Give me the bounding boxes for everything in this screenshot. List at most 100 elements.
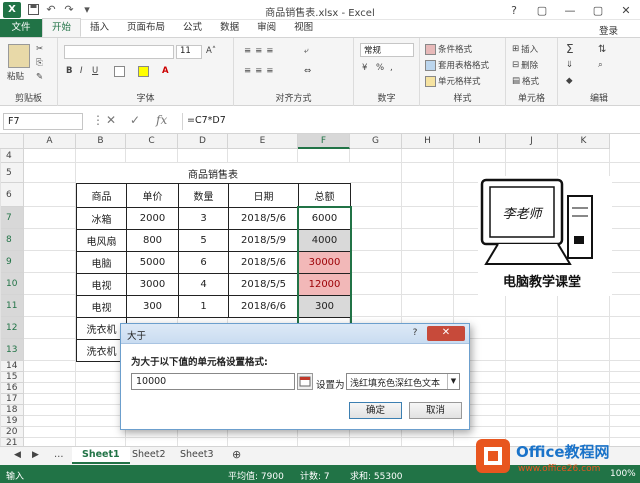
tab-data[interactable]: 数据 bbox=[211, 19, 248, 37]
more-sheets-icon[interactable]: … bbox=[44, 447, 74, 464]
bold-icon[interactable]: B bbox=[66, 66, 72, 76]
tab-review[interactable]: 审阅 bbox=[248, 19, 285, 37]
tab-file[interactable]: 文件 bbox=[0, 19, 42, 37]
sheet-tab-sheet2[interactable]: Sheet2 bbox=[122, 447, 176, 464]
name-box[interactable]: F7 bbox=[3, 113, 83, 130]
delete-cells-button[interactable]: ⊟ 删除 bbox=[512, 59, 538, 71]
undo-icon[interactable]: ↶ bbox=[42, 1, 60, 19]
table-format-button[interactable]: 套用表格格式 bbox=[425, 59, 489, 71]
row-header-10[interactable]: 10 bbox=[0, 273, 24, 295]
table-header-cell[interactable]: 总额 bbox=[298, 183, 351, 208]
cancel-entry-icon[interactable]: ✕ bbox=[106, 113, 116, 127]
merge-icon[interactable]: ⇔ bbox=[304, 66, 311, 76]
table-header-cell[interactable]: 商品 bbox=[76, 183, 127, 208]
table-cell[interactable]: 800 bbox=[126, 229, 179, 252]
row-header-14[interactable]: 14 bbox=[0, 361, 24, 372]
save-icon[interactable] bbox=[24, 1, 42, 19]
table-cell[interactable]: 电视 bbox=[76, 295, 127, 318]
column-header-a[interactable]: A bbox=[24, 134, 76, 149]
row-header-6[interactable]: 6 bbox=[0, 183, 24, 207]
add-sheet-icon[interactable]: ⊕ bbox=[222, 447, 251, 464]
fill-icon[interactable]: ⇓ bbox=[566, 60, 573, 70]
table-cell[interactable]: 5 bbox=[178, 229, 229, 252]
chevron-down-icon[interactable]: ▼ bbox=[447, 374, 459, 389]
table-cell[interactable]: 4 bbox=[178, 273, 229, 296]
table-title[interactable]: 商品销售表 bbox=[76, 163, 350, 183]
sort-filter-icon[interactable]: ⇅ bbox=[598, 44, 606, 55]
font-color-icon[interactable]: A bbox=[162, 66, 169, 76]
cell-style-button[interactable]: 单元格样式 bbox=[425, 75, 481, 87]
row-header-8[interactable]: 8 bbox=[0, 229, 24, 251]
ribbon-display-button[interactable]: ▢ bbox=[528, 0, 556, 20]
confirm-entry-icon[interactable]: ✓ bbox=[130, 113, 140, 127]
table-cell[interactable]: 5000 bbox=[126, 251, 179, 274]
dialog-close-button[interactable]: ✕ bbox=[427, 326, 465, 341]
format-cells-button[interactable]: ▤ 格式 bbox=[512, 75, 539, 87]
tab-formulas[interactable]: 公式 bbox=[174, 19, 211, 37]
customize-quick-access-icon[interactable]: ▾ bbox=[78, 1, 96, 19]
clear-icon[interactable]: ◆ bbox=[566, 76, 573, 86]
range-select-icon[interactable] bbox=[297, 373, 313, 390]
formula-input[interactable]: =C7*D7 bbox=[182, 113, 636, 130]
login-link[interactable]: 登录 bbox=[599, 23, 618, 37]
row-header-11[interactable]: 11 bbox=[0, 295, 24, 317]
column-header-c[interactable]: C bbox=[126, 134, 178, 149]
tab-home[interactable]: 开始 bbox=[42, 18, 82, 37]
table-header-cell[interactable]: 单价 bbox=[126, 183, 179, 208]
minimize-button[interactable]: — bbox=[556, 0, 584, 20]
ok-button[interactable]: 确定 bbox=[349, 402, 402, 419]
currency-icon[interactable]: ¥ bbox=[362, 63, 367, 73]
column-header-g[interactable]: G bbox=[350, 134, 402, 149]
column-header-b[interactable]: B bbox=[76, 134, 126, 149]
find-icon[interactable]: ⌕ bbox=[598, 60, 603, 70]
insert-function-icon[interactable]: fx bbox=[156, 113, 167, 127]
column-header-h[interactable]: H bbox=[402, 134, 454, 149]
table-cell[interactable]: 300 bbox=[126, 295, 179, 318]
row-header-17[interactable]: 17 bbox=[0, 394, 24, 405]
format-style-select[interactable]: 浅红填充色深红色文本 ▼ bbox=[346, 373, 460, 390]
number-format-select[interactable]: 常规 bbox=[360, 43, 414, 57]
table-cell[interactable]: 2018/5/5 bbox=[228, 273, 299, 296]
table-cell[interactable]: 电视 bbox=[76, 273, 127, 296]
column-header-k[interactable]: K bbox=[558, 134, 610, 149]
autosum-icon[interactable]: Σ bbox=[566, 42, 574, 56]
row-header-18[interactable]: 18 bbox=[0, 405, 24, 416]
table-cell[interactable]: 3 bbox=[178, 207, 229, 230]
column-header-e[interactable]: E bbox=[228, 134, 298, 149]
sheet-tab-sheet3[interactable]: Sheet3 bbox=[170, 447, 224, 464]
cut-icon[interactable]: ✂ bbox=[36, 44, 43, 54]
row-header-5[interactable]: 5 bbox=[0, 163, 24, 183]
row-header-19[interactable]: 19 bbox=[0, 416, 24, 427]
row-header-21[interactable]: 21 bbox=[0, 438, 24, 446]
select-all-corner[interactable] bbox=[0, 134, 24, 149]
maximize-button[interactable]: ▢ bbox=[584, 0, 612, 20]
fill-color-icon[interactable] bbox=[138, 66, 149, 77]
cancel-button[interactable]: 取消 bbox=[409, 402, 462, 419]
paste-icon[interactable] bbox=[8, 44, 30, 68]
column-header-f[interactable]: F bbox=[298, 134, 350, 149]
align-left-icon[interactable]: ≡≡≡ bbox=[244, 66, 277, 76]
table-cell[interactable]: 电风扇 bbox=[76, 229, 127, 252]
border-icon[interactable] bbox=[114, 66, 125, 77]
row-header-4[interactable]: 4 bbox=[0, 149, 24, 163]
conditional-format-button[interactable]: 条件格式 bbox=[425, 43, 472, 55]
row-header-9[interactable]: 9 bbox=[0, 251, 24, 273]
underline-icon[interactable]: U bbox=[92, 66, 98, 76]
row-header-20[interactable]: 20 bbox=[0, 427, 24, 438]
table-cell[interactable]: 3000 bbox=[126, 273, 179, 296]
table-cell[interactable]: 2018/5/6 bbox=[228, 251, 299, 274]
column-header-i[interactable]: I bbox=[454, 134, 506, 149]
table-cell[interactable]: 6 bbox=[178, 251, 229, 274]
table-cell[interactable]: 电脑 bbox=[76, 251, 127, 274]
threshold-value-input[interactable]: 10000 bbox=[131, 373, 295, 390]
table-cell[interactable]: 冰箱 bbox=[76, 207, 127, 230]
italic-icon[interactable]: I bbox=[80, 66, 83, 76]
wrap-text-icon[interactable]: ⤶ bbox=[304, 46, 309, 56]
close-button[interactable]: ✕ bbox=[612, 0, 640, 20]
table-cell[interactable]: 2000 bbox=[126, 207, 179, 230]
tab-view[interactable]: 视图 bbox=[285, 19, 322, 37]
align-top-icon[interactable]: ≡≡≡ bbox=[244, 46, 277, 56]
paste-button[interactable]: 粘贴 bbox=[7, 70, 24, 82]
table-cell[interactable]: 2018/5/6 bbox=[228, 207, 299, 230]
percent-icon[interactable]: % bbox=[376, 63, 384, 73]
